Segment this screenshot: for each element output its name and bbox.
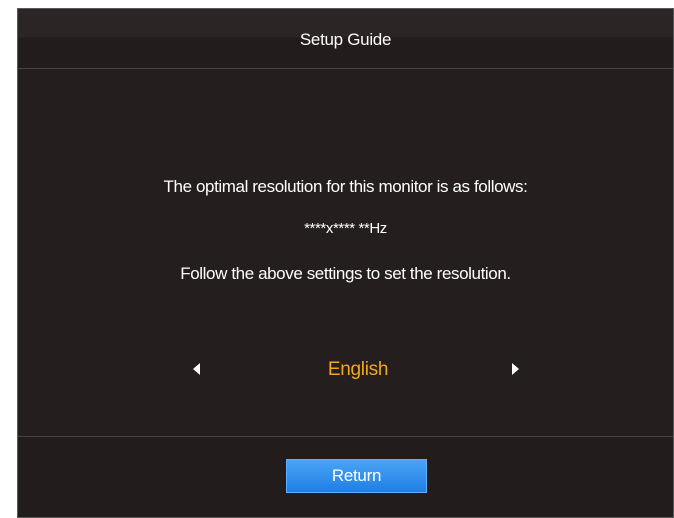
page-title: Setup Guide <box>299 30 392 49</box>
language-selector-value[interactable]: English <box>278 359 438 381</box>
resolution-intro-text: The optimal resolution for this monitor … <box>163 177 528 196</box>
language-prev-arrow-icon[interactable] <box>193 363 200 375</box>
panel-header: Setup Guide <box>18 9 673 69</box>
language-next-arrow-icon[interactable] <box>512 363 519 375</box>
setup-guide-panel: Setup Guide The optimal resolution for t… <box>17 8 674 518</box>
return-button[interactable]: Return <box>286 459 427 493</box>
panel-footer: Return <box>18 436 673 517</box>
instruction-text: Follow the above settings to set the res… <box>180 264 511 283</box>
resolution-value-text: ****x**** **Hz <box>304 220 387 237</box>
